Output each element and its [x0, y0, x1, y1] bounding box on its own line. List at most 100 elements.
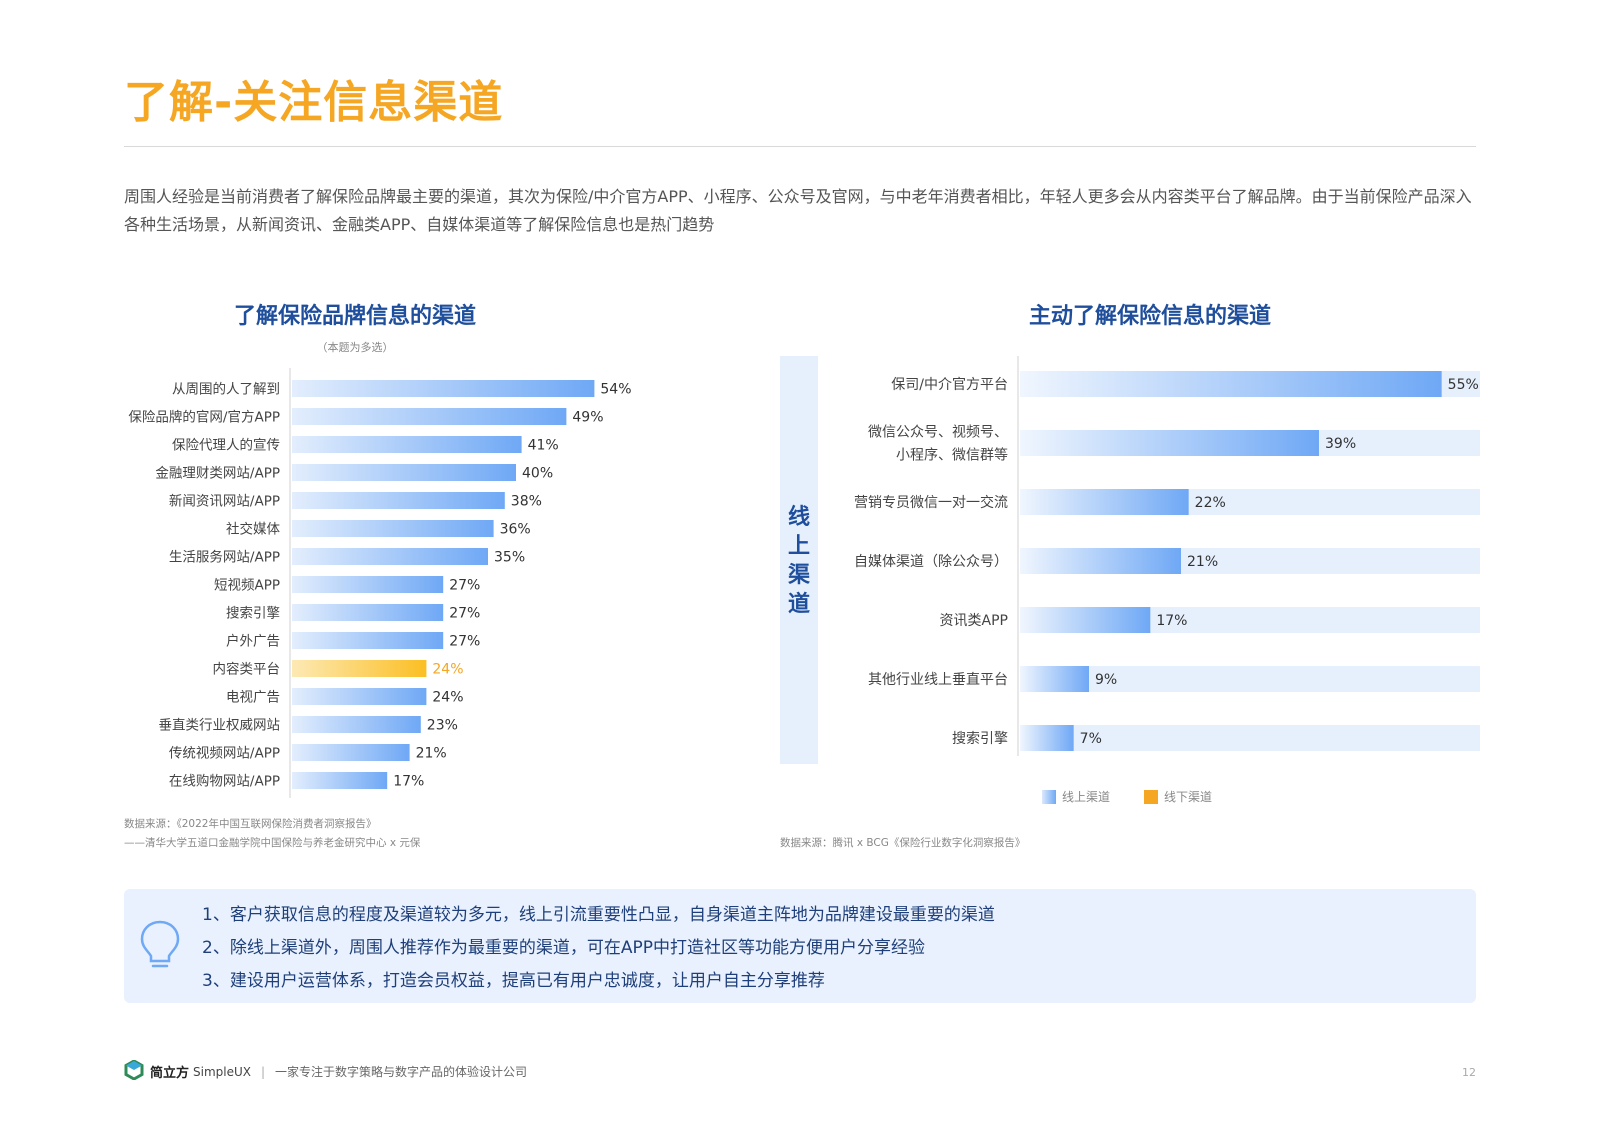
intro-paragraph: 周围人经验是当前消费者了解保险品牌最主要的渠道，其次为保险/中介官方APP、小程…	[124, 187, 1472, 234]
left-category-label: 在线购物网站/APP	[169, 774, 280, 790]
left-value-label: 41%	[528, 438, 559, 454]
right-value-label: 17%	[1156, 613, 1187, 629]
footer-separator: |	[261, 1064, 266, 1079]
group-label-char: 渠	[788, 562, 810, 588]
footer-tagline: 一家专注于数字策略与数字产品的体验设计公司	[275, 1065, 528, 1079]
left-value-label: 21%	[416, 746, 447, 762]
brand-logo-icon	[124, 1059, 144, 1083]
right-bar	[1020, 371, 1442, 397]
left-value-label: 54%	[600, 382, 631, 398]
right-bar-chart: 线上渠道 保司/中介官方平台 55% 微信公众号、视频号、小程序、微信群等 39% 营销专…	[780, 356, 1480, 764]
left-bar	[292, 604, 444, 621]
right-source-line: 数据来源：腾讯 x BCG《保险行业数字化洞察报告》	[780, 837, 1026, 849]
left-value-label: 17%	[393, 774, 424, 790]
right-value-label: 7%	[1080, 731, 1102, 747]
brand-name-cn: 简立方	[150, 1066, 190, 1081]
left-bar	[292, 772, 388, 789]
left-value-label: 24%	[432, 690, 463, 706]
left-value-label: 24%	[432, 662, 463, 678]
right-bar	[1020, 725, 1074, 751]
left-bar	[292, 380, 595, 397]
group-label-char: 道	[788, 591, 810, 617]
left-bar	[292, 408, 567, 425]
right-bar	[1020, 489, 1189, 515]
left-bar	[292, 744, 410, 761]
right-category-label: 自媒体渠道（除公众号）	[854, 554, 1008, 570]
legend-swatch-online	[1042, 789, 1056, 804]
conclusion-item: 2、除线上渠道外，周围人推荐作为最重要的渠道，可在APP中打造社区等功能方便用户…	[202, 938, 925, 958]
page-number: 12	[1462, 1066, 1476, 1079]
right-bar	[1020, 666, 1089, 692]
right-value-label: 22%	[1195, 495, 1226, 511]
right-value-label: 21%	[1187, 554, 1218, 570]
conclusion-item: 3、建设用户运营体系，打造会员权益，提高已有用户忠诚度，让用户自主分享推荐	[202, 971, 825, 991]
left-value-label: 23%	[427, 718, 458, 734]
left-value-label: 38%	[511, 494, 542, 510]
right-chart-title: 主动了解保险信息的渠道	[1028, 304, 1271, 329]
left-category-label: 保险代理人的宣传	[172, 438, 280, 454]
group-label-char: 上	[788, 534, 810, 559]
left-bar	[292, 548, 488, 565]
left-bar	[292, 520, 494, 537]
right-category-label: 搜索引擎	[952, 730, 1008, 747]
left-chart-title: 了解保险品牌信息的渠道	[233, 304, 476, 329]
right-bar	[1020, 607, 1151, 633]
right-category-label: 保司/中介官方平台	[891, 377, 1008, 393]
right-category-label: 小程序、微信群等	[896, 447, 1008, 464]
conclusion-list: 1、客户获取信息的程度及渠道较为多元，线上引流重要性凸显，自身渠道主阵地为品牌建…	[202, 899, 995, 998]
left-category-label: 电视广告	[226, 690, 280, 706]
left-category-label: 新闻资讯网站/APP	[169, 494, 280, 510]
left-bar	[292, 464, 516, 481]
left-bar	[292, 688, 427, 705]
right-value-label: 9%	[1095, 672, 1117, 688]
title-divider	[124, 146, 1476, 147]
right-bar	[1020, 548, 1181, 574]
conclusion-item: 1、客户获取信息的程度及渠道较为多元，线上引流重要性凸显，自身渠道主阵地为品牌建…	[202, 905, 995, 925]
group-label-char: 线	[788, 504, 810, 530]
left-bar	[292, 716, 421, 733]
legend-swatch-offline	[1144, 789, 1159, 804]
left-category-label: 社交媒体	[226, 521, 280, 538]
left-bar-chart: 从周围的人了解到 54% 保险品牌的官网/官方APP 49% 保险代理人的宣传 41% 金融…	[128, 368, 632, 798]
left-category-label: 搜索引擎	[226, 606, 280, 622]
left-category-label: 短视频APP	[214, 578, 280, 594]
left-bar	[292, 576, 444, 593]
legend-label-online: 线上渠道	[1062, 790, 1111, 804]
left-category-label: 内容类平台	[213, 661, 281, 678]
left-value-label: 49%	[572, 410, 603, 426]
left-source-line: ——清华大学五道口金融学院中国保险与养老金研究中心 x 元保	[124, 837, 421, 849]
left-value-label: 35%	[494, 550, 525, 566]
online-group-band	[780, 356, 818, 764]
left-category-label: 金融理财类网站/APP	[155, 466, 280, 482]
conclusion-box: 1、客户获取信息的程度及渠道较为多元，线上引流重要性凸显，自身渠道主阵地为品牌建…	[124, 889, 1476, 1003]
lightbulb-icon	[138, 919, 182, 975]
right-category-label: 营销专员微信一对一交流	[854, 494, 1008, 511]
brand-name-en: SimpleUX	[193, 1064, 251, 1079]
legend-item-online: 线上渠道	[1042, 788, 1110, 805]
left-bar	[292, 436, 522, 453]
page-title: 了解-关注信息渠道	[124, 77, 504, 128]
left-category-label: 户外广告	[226, 633, 280, 650]
left-category-label: 从周围的人了解到	[172, 382, 280, 398]
right-category-label: 微信公众号、视频号、	[868, 425, 1008, 441]
right-bar	[1020, 430, 1319, 456]
left-value-label: 27%	[449, 634, 480, 650]
left-chart-source: 数据来源：《2022年中国互联网保险消费者洞察报告》 ——清华大学五道口金融学院…	[124, 815, 420, 853]
right-chart-legend: 线上渠道 线下渠道	[1042, 788, 1246, 805]
left-value-label: 36%	[500, 522, 531, 538]
legend-label-offline: 线下渠道	[1164, 790, 1213, 804]
left-category-label: 生活服务网站/APP	[169, 550, 280, 566]
left-source-line: 数据来源：《2022年中国互联网保险消费者洞察报告》	[124, 818, 377, 830]
left-bar-highlight	[292, 660, 427, 677]
left-value-label: 27%	[449, 606, 480, 622]
left-bar	[292, 492, 505, 509]
right-chart-source: 数据来源：腾讯 x BCG《保险行业数字化洞察报告》	[780, 834, 1025, 853]
left-bar	[292, 632, 444, 649]
left-category-label: 垂直类行业权威网站	[159, 717, 281, 734]
left-chart-subtitle: （本题为多选）	[316, 341, 394, 354]
right-category-label: 其他行业线上垂直平台	[868, 671, 1008, 688]
right-value-label: 39%	[1325, 436, 1356, 452]
left-value-label: 27%	[449, 578, 480, 594]
left-category-label: 传统视频网站/APP	[169, 746, 280, 762]
left-value-label: 40%	[522, 466, 553, 482]
